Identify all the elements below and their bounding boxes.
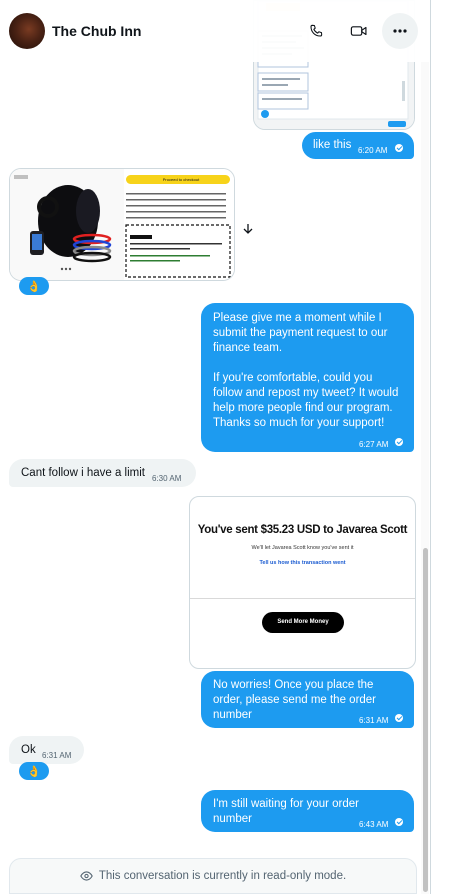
message-bubble[interactable]: like this 6:20 AM — [302, 132, 414, 159]
message-bubble[interactable]: Ok 6:31 AM — [9, 736, 84, 764]
message-bubble[interactable]: No worries! Once you place the order, pl… — [201, 671, 414, 728]
product-checkout-label: Proceed to checkout — [162, 177, 200, 182]
contact-name[interactable]: The Chub Inn — [52, 23, 141, 39]
right-pane-edge — [431, 0, 449, 894]
phone-icon — [310, 24, 323, 37]
conversation-header: The Chub Inn — [0, 0, 430, 62]
scrollbar-thumb[interactable] — [423, 548, 428, 892]
message-bubble[interactable]: Please give me a moment while I submit t… — [201, 303, 414, 452]
payment-title: You've sent $35.23 USD to Javarea Scott — [197, 524, 408, 536]
message-text: like this — [313, 139, 352, 151]
message-bubble[interactable]: I'm still waiting for your order number … — [201, 790, 414, 832]
message-time: 6:27 AM — [359, 440, 389, 449]
more-button[interactable] — [382, 13, 418, 49]
message-text: Cant follow i have a limit — [21, 467, 145, 479]
message-time: 6:31 AM — [42, 751, 72, 760]
message-time: 6:20 AM — [358, 146, 388, 155]
reaction-badge[interactable]: 👌 — [19, 277, 49, 295]
more-icon — [393, 29, 407, 33]
message-text: Please give me a moment while I submit t… — [213, 312, 399, 429]
message-time: 6:30 AM — [152, 474, 182, 483]
read-receipt-icon — [395, 714, 403, 722]
read-receipt-icon — [395, 818, 403, 826]
message-time: 6:43 AM — [359, 820, 389, 829]
phone-button[interactable] — [298, 13, 334, 49]
message-bubble[interactable]: Cant follow i have a limit 6:30 AM — [9, 459, 196, 487]
payment-link: Tell us how this transaction went — [259, 560, 346, 566]
read-only-notice: This conversation is currently in read-o… — [9, 858, 417, 894]
message-text: Ok — [21, 744, 36, 756]
reaction-badge[interactable]: 👌 — [19, 762, 49, 780]
video-call-button[interactable] — [341, 13, 377, 49]
avatar[interactable] — [9, 13, 45, 49]
read-receipt-icon — [395, 438, 403, 446]
divider — [190, 598, 415, 599]
message-text: I'm still waiting for your order number — [213, 798, 359, 825]
eye-icon — [80, 871, 93, 881]
payment-card-image[interactable]: You've sent $35.23 USD to Javarea Scott … — [189, 496, 416, 669]
payment-subtitle: We'll let Javarea Scott know you've sent… — [251, 545, 354, 551]
read-receipt-icon — [395, 144, 403, 152]
product-screenshot — [10, 169, 234, 280]
message-time: 6:31 AM — [359, 716, 389, 725]
incoming-image[interactable]: Proceed to checkout — [9, 168, 235, 281]
download-icon[interactable] — [241, 222, 255, 241]
video-icon — [350, 26, 367, 36]
read-only-text: This conversation is currently in read-o… — [98, 870, 347, 882]
send-more-money-button: Send More Money — [262, 612, 344, 633]
